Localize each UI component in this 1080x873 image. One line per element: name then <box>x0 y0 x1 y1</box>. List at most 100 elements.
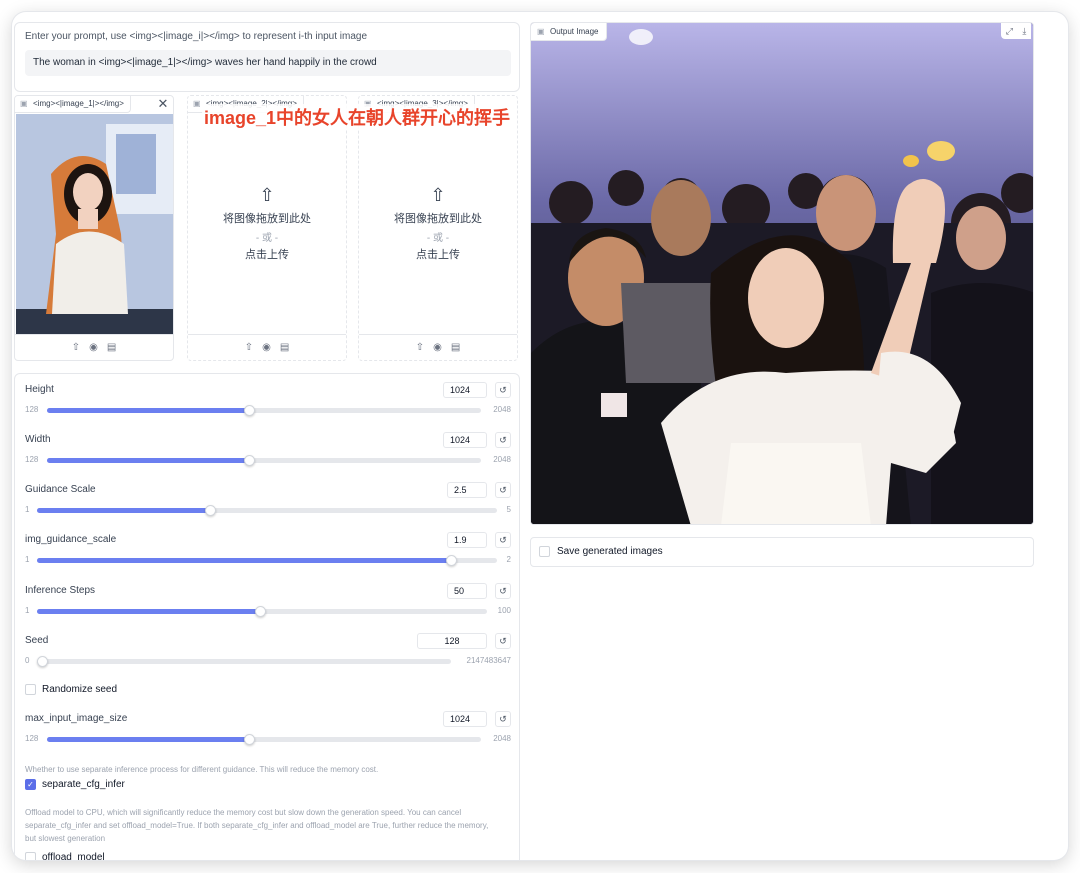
seed-label: Seed <box>25 635 49 646</box>
height-setting: Height 1024 ↺ 128 2048 <box>25 382 511 428</box>
image-slot-3[interactable]: ▣<img><|image_3|></img> ⇧ 将图像拖放到此处 - 或 -… <box>358 95 518 361</box>
reset-icon[interactable]: ↺ <box>495 583 511 599</box>
app-window: Enter your prompt, use <img><|image_i|><… <box>12 12 1068 860</box>
img-guidance-scale-slider[interactable] <box>37 555 497 566</box>
max-input-image-size-input[interactable]: 1024 <box>443 711 487 727</box>
image-slot-1-toolbar: ⇧ ◉ ▤ <box>15 334 173 360</box>
clipboard-icon[interactable]: ▤ <box>280 342 289 353</box>
input-image-1-picture <box>16 114 173 334</box>
output-tools: ⤢ ⤓ <box>1001 23 1031 39</box>
guidance-scale-max: 5 <box>506 505 511 514</box>
seed-min: 0 <box>25 656 30 665</box>
overlay-caption: image_1中的女人在朝人群开心的挥手 <box>202 104 513 130</box>
output-image-label: ▣ Output Image <box>531 23 608 41</box>
image-slot-3-toolbar: ⇧ ◉ ▤ <box>359 334 517 360</box>
upload-icon: ⇧ <box>259 185 275 205</box>
image-icon: ▣ <box>537 27 545 36</box>
clipboard-icon[interactable]: ▤ <box>107 342 116 353</box>
img-guidance-scale-max: 2 <box>506 555 511 564</box>
image-slot-1[interactable]: ▣ <img><|image_1|></img> ✕ ⇧ ◉ ▤ <box>14 95 174 361</box>
max-input-image-size-setting: max_input_image_size 1024 ↺ 128 2048 <box>25 711 511 757</box>
image-slot-2-toolbar: ⇧ ◉ ▤ <box>188 334 346 360</box>
offload-model-checkbox[interactable]: offload_model <box>25 852 105 860</box>
max-input-image-size-label: max_input_image_size <box>25 713 128 724</box>
guidance-scale-setting: Guidance Scale 2.5 ↺ 1 5 <box>25 482 511 528</box>
guidance-scale-label: Guidance Scale <box>25 484 96 495</box>
seed-input[interactable]: 128 <box>417 633 487 649</box>
guidance-scale-min: 1 <box>25 505 30 514</box>
reset-icon[interactable]: ↺ <box>495 382 511 398</box>
input-image-1 <box>16 114 173 334</box>
img-guidance-scale-min: 1 <box>25 555 30 564</box>
guidance-scale-slider[interactable] <box>37 505 497 516</box>
prompt-panel: Enter your prompt, use <img><|image_i|><… <box>14 22 520 92</box>
check-icon[interactable]: ✓ <box>25 779 36 790</box>
separate-cfg-infer-label: separate_cfg_infer <box>42 779 125 790</box>
inference-steps-min: 1 <box>25 606 30 615</box>
upload-icon[interactable]: ⇧ <box>245 342 253 353</box>
separate-cfg-info: Whether to use separate inference proces… <box>25 765 379 774</box>
randomize-seed-box[interactable] <box>25 684 36 695</box>
img-guidance-scale-input[interactable]: 1.9 <box>447 532 487 548</box>
save-generated-checkbox[interactable]: Save generated images <box>539 546 663 557</box>
image-icon: ▣ <box>20 99 28 108</box>
width-label: Width <box>25 434 51 445</box>
inference-steps-max: 100 <box>497 606 511 615</box>
width-input[interactable]: 1024 <box>443 432 487 448</box>
clipboard-icon[interactable]: ▤ <box>451 342 460 353</box>
save-generated-panel: Save generated images <box>530 537 1034 567</box>
inference-steps-setting: Inference Steps 50 ↺ 1 100 <box>25 583 511 629</box>
settings-panel: Height 1024 ↺ 128 2048 Width 1024 ↺ 128 … <box>14 373 520 860</box>
reset-icon[interactable]: ↺ <box>495 711 511 727</box>
upload-icon: ⇧ <box>430 185 446 205</box>
close-icon[interactable]: ✕ <box>155 96 171 112</box>
click-upload-text: 点击上传 <box>245 249 289 261</box>
seed-slider[interactable] <box>37 656 451 667</box>
reset-icon[interactable]: ↺ <box>495 432 511 448</box>
width-slider[interactable] <box>47 455 481 466</box>
drop-text: 将图像拖放到此处 <box>223 213 311 225</box>
inference-steps-label: Inference Steps <box>25 585 96 596</box>
output-image <box>531 23 1033 524</box>
reset-icon[interactable]: ↺ <box>495 633 511 649</box>
height-max: 2048 <box>493 405 511 414</box>
webcam-icon[interactable]: ◉ <box>262 342 271 353</box>
inference-steps-slider[interactable] <box>37 606 487 617</box>
reset-icon[interactable]: ↺ <box>495 532 511 548</box>
upload-dropzone-2[interactable]: ⇧ 将图像拖放到此处 - 或 - 点击上传 <box>188 186 346 262</box>
reset-icon[interactable]: ↺ <box>495 482 511 498</box>
img-guidance-scale-setting: img_guidance_scale 1.9 ↺ 1 2 <box>25 532 511 578</box>
webcam-icon[interactable]: ◉ <box>89 342 98 353</box>
width-setting: Width 1024 ↺ 128 2048 <box>25 432 511 478</box>
image-slot-2[interactable]: ▣<img><|image_2|></img> ⇧ 将图像拖放到此处 - 或 -… <box>187 95 347 361</box>
save-generated-box[interactable] <box>539 546 550 557</box>
prompt-input[interactable]: The woman in <img><|image_1|></img> wave… <box>25 50 511 76</box>
separate-cfg-infer-checkbox[interactable]: ✓ separate_cfg_infer <box>25 779 125 790</box>
drop-text: 将图像拖放到此处 <box>394 213 482 225</box>
max-input-image-size-max: 2048 <box>493 734 511 743</box>
height-slider[interactable] <box>47 405 481 416</box>
upload-dropzone-3[interactable]: ⇧ 将图像拖放到此处 - 或 - 点击上传 <box>359 186 517 262</box>
height-min: 128 <box>25 405 39 414</box>
height-input[interactable]: 1024 <box>443 382 487 398</box>
prompt-label: Enter your prompt, use <img><|image_i|><… <box>25 31 368 42</box>
img-guidance-scale-label: img_guidance_scale <box>25 534 117 545</box>
seed-setting: Seed 128 ↺ 0 2147483647 <box>25 633 512 679</box>
width-max: 2048 <box>493 455 511 464</box>
randomize-seed-label: Randomize seed <box>42 684 118 695</box>
seed-max: 2147483647 <box>466 656 512 665</box>
save-generated-label: Save generated images <box>557 546 663 557</box>
offload-model-label: offload_model <box>42 852 105 860</box>
inference-steps-input[interactable]: 50 <box>447 583 487 599</box>
height-label: Height <box>25 384 54 395</box>
upload-icon[interactable]: ⇧ <box>416 342 424 353</box>
fullscreen-icon[interactable]: ⤢ <box>1006 26 1013 37</box>
webcam-icon[interactable]: ◉ <box>433 342 442 353</box>
guidance-scale-input[interactable]: 2.5 <box>447 482 487 498</box>
download-icon[interactable]: ⤓ <box>1022 26 1026 37</box>
max-input-image-size-slider[interactable] <box>47 734 481 745</box>
offload-model-box[interactable] <box>25 852 36 860</box>
upload-icon[interactable]: ⇧ <box>72 342 80 353</box>
width-min: 128 <box>25 455 39 464</box>
randomize-seed-checkbox[interactable]: Randomize seed <box>25 684 117 695</box>
